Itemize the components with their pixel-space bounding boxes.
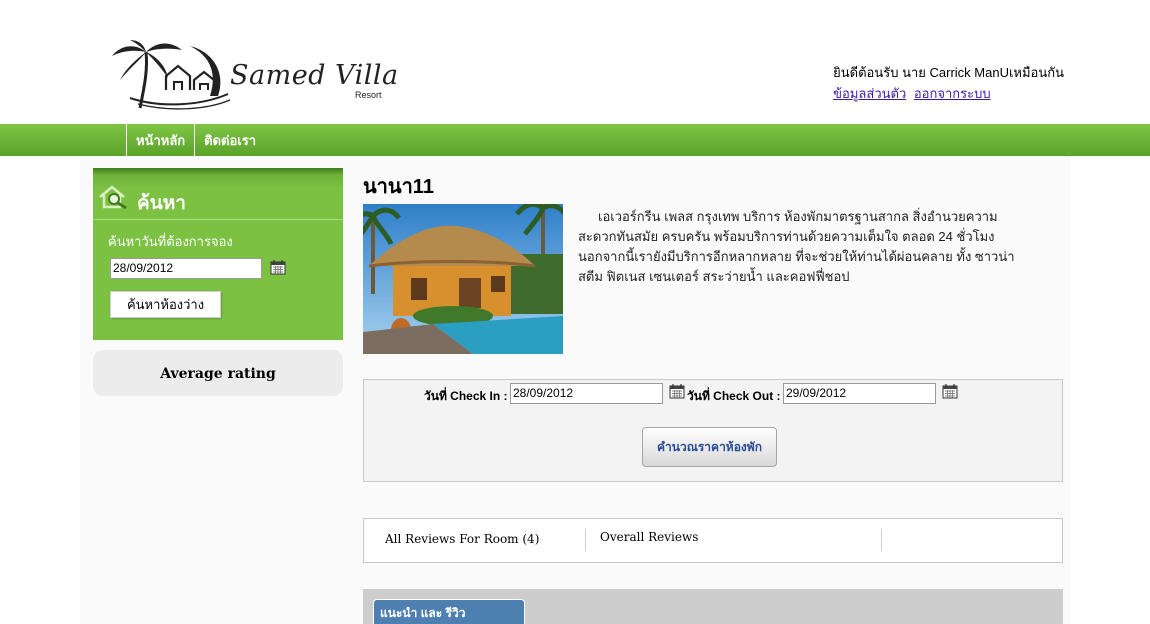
checkin-label: วันที่ Check In : (424, 389, 508, 403)
main-nav: หน้าหลัก ติดต่อเรา (0, 124, 1150, 156)
average-rating-title: Average rating (160, 366, 276, 382)
search-panel: ค้นหา ค้นหาวันที่ต้องการจอง 28/09/2012 ค… (93, 168, 343, 340)
booking-form: วันที่ Check In : 28/09/2012 วันที่ Chec… (363, 379, 1063, 482)
average-rating-panel: Average rating (93, 350, 343, 396)
checkin-input[interactable]: 28/09/2012 (510, 383, 663, 404)
checkin-calendar-icon[interactable] (669, 383, 685, 399)
calculate-price-button[interactable]: คำนวณราคาห้องพัก (642, 427, 777, 467)
reviews-tabs: All Reviews For Room (4) Overall Reviews (363, 518, 1063, 563)
welcome-text: ยินดีต้อนรับ นาย Carrick ManUเหมือนกัน (833, 65, 1064, 80)
tab-separator (585, 529, 586, 551)
info-tabs-bar: แนะนำ และ รีวิว (363, 589, 1063, 624)
house-search-icon (99, 185, 127, 209)
nav-item-contact[interactable]: ติดต่อเรา (194, 124, 265, 156)
search-panel-header: ค้นหา (93, 168, 343, 220)
tab-overall-reviews[interactable]: Overall Reviews (600, 530, 698, 544)
checkout-input[interactable]: 29/09/2012 (783, 383, 936, 404)
nav-item-home[interactable]: หน้าหลัก (126, 124, 194, 156)
welcome-area: ยินดีต้อนรับ นาย Carrick ManUเหมือนกัน ข… (833, 62, 1064, 104)
logo-subtitle: Resort (355, 90, 382, 100)
room-description: เอเวอร์กรีน เพลส กรุงเทพ บริการ ห้องพักม… (578, 209, 1015, 284)
search-title: ค้นหา (137, 193, 186, 214)
room-title: นานา11 (363, 176, 434, 198)
profile-link[interactable]: ข้อมูลส่วนตัว (833, 86, 906, 101)
user-links: ข้อมูลส่วนตัว ออกจากระบบ (833, 83, 1064, 104)
tab-separator (881, 529, 882, 551)
logo-name: Samed Villa (230, 60, 399, 91)
nav-items: หน้าหลัก ติดต่อเรา (126, 124, 265, 156)
search-date-label: ค้นหาวันที่ต้องการจอง (108, 234, 233, 249)
header: Samed Villa Resort ยินดีต้อนรับ นาย Carr… (0, 0, 1150, 124)
calendar-icon[interactable] (270, 259, 286, 275)
room-photo (363, 204, 563, 354)
tab-all-reviews[interactable]: All Reviews For Room (4) (385, 532, 539, 546)
search-available-room-button[interactable]: ค้นหาห้องว่าง (110, 291, 221, 318)
logout-link[interactable]: ออกจากระบบ (914, 86, 991, 101)
search-date-input[interactable]: 28/09/2012 (110, 258, 262, 279)
tab-intro-reviews[interactable]: แนะนำ และ รีวิว (373, 599, 525, 624)
checkout-label: วันที่ Check Out : (687, 389, 781, 403)
checkout-calendar-icon[interactable] (942, 383, 958, 399)
